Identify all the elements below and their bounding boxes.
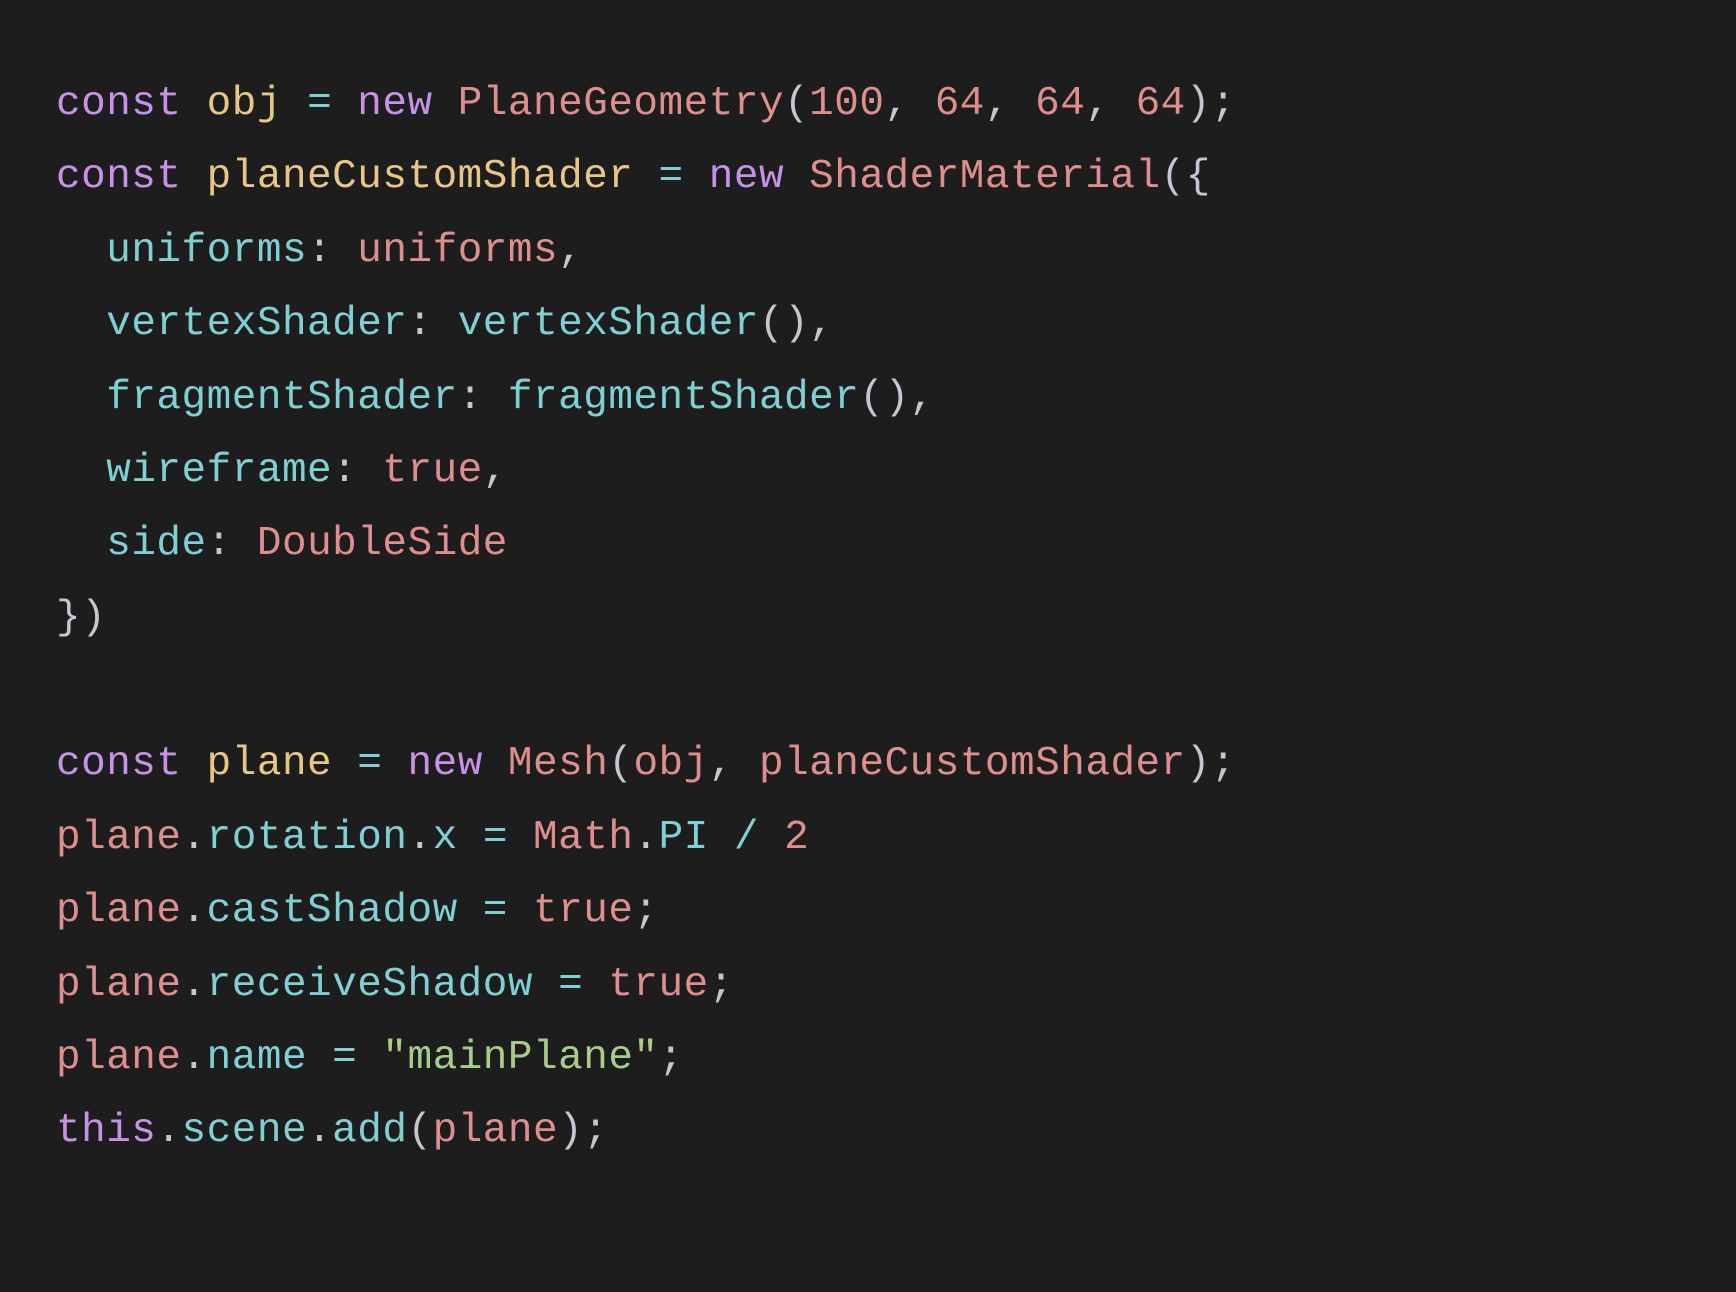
punct-lbrace: {: [1186, 154, 1211, 200]
keyword-new: new: [709, 154, 784, 200]
punct-lparen: (: [407, 1108, 432, 1154]
code-block: const obj = new PlaneGeometry(100, 64, 6…: [0, 0, 1736, 1237]
punct-rparen: ): [884, 375, 909, 421]
punct-lparen: (: [784, 81, 809, 127]
function-vertexshader: vertexShader: [458, 301, 759, 347]
punct-colon: :: [458, 375, 483, 421]
number-literal: 64: [1136, 81, 1186, 127]
keyword-new: new: [408, 741, 483, 787]
punct-dot: .: [407, 815, 432, 861]
operator-equals: =: [332, 1035, 357, 1081]
number-literal: 100: [809, 81, 884, 127]
operator-equals: =: [307, 81, 332, 127]
punct-lparen: (: [759, 301, 784, 347]
punct-comma: ,: [558, 228, 583, 274]
punct-dot: .: [156, 1108, 181, 1154]
punct-comma: ,: [985, 81, 1010, 127]
class-mesh: Mesh: [508, 741, 608, 787]
punct-comma: ,: [884, 81, 909, 127]
punct-semi: ;: [633, 888, 658, 934]
operator-equals: =: [357, 741, 382, 787]
punct-semi: ;: [583, 1108, 608, 1154]
punct-dot: .: [182, 962, 207, 1008]
number-literal: 64: [1035, 81, 1085, 127]
property-x: x: [433, 815, 458, 861]
punct-dot: .: [182, 888, 207, 934]
punct-rparen: ): [81, 595, 106, 641]
punct-dot: .: [182, 815, 207, 861]
punct-comma: ,: [709, 741, 734, 787]
property-vertexshader: vertexShader: [106, 301, 407, 347]
property-fragmentshader: fragmentShader: [106, 375, 457, 421]
punct-rparen: ): [558, 1108, 583, 1154]
punct-rparen: ): [1186, 741, 1211, 787]
operator-divide: /: [734, 815, 759, 861]
punct-comma: ,: [1085, 81, 1110, 127]
identifier-obj: obj: [633, 741, 708, 787]
punct-colon: :: [207, 521, 232, 567]
punct-dot: .: [182, 1035, 207, 1081]
punct-colon: :: [332, 448, 357, 494]
number-literal: 2: [784, 815, 809, 861]
property-pi: PI: [659, 815, 709, 861]
operator-equals: =: [483, 815, 508, 861]
punct-rparen: ): [784, 301, 809, 347]
keyword-new: new: [357, 81, 432, 127]
punct-lparen: (: [1161, 154, 1186, 200]
boolean-true: true: [608, 962, 708, 1008]
class-planegeometry: PlaneGeometry: [458, 81, 784, 127]
boolean-true: true: [533, 888, 633, 934]
class-shadermaterial: ShaderMaterial: [809, 154, 1160, 200]
punct-lparen: (: [608, 741, 633, 787]
property-uniforms: uniforms: [106, 228, 307, 274]
punct-rparen: ): [1186, 81, 1211, 127]
property-castshadow: castShadow: [207, 888, 458, 934]
identifier-uniforms: uniforms: [357, 228, 558, 274]
identifier-plane: plane: [433, 1108, 559, 1154]
punct-rbrace: }: [56, 595, 81, 641]
variable-plane: plane: [207, 741, 333, 787]
identifier-plane: plane: [56, 888, 182, 934]
identifier-planecustomshader: planeCustomShader: [759, 741, 1186, 787]
punct-dot: .: [633, 815, 658, 861]
punct-semi: ;: [659, 1035, 684, 1081]
keyword-this: this: [56, 1108, 156, 1154]
string-mainplane: "mainPlane": [382, 1035, 658, 1081]
identifier-plane: plane: [56, 815, 182, 861]
property-scene: scene: [182, 1108, 308, 1154]
punct-comma: ,: [809, 301, 834, 347]
operator-equals: =: [659, 154, 684, 200]
boolean-true: true: [382, 448, 482, 494]
identifier-plane: plane: [56, 962, 182, 1008]
variable-obj: obj: [207, 81, 282, 127]
function-fragmentshader: fragmentShader: [508, 375, 859, 421]
keyword-const: const: [56, 81, 182, 127]
property-name: name: [207, 1035, 307, 1081]
punct-colon: :: [407, 301, 432, 347]
property-receiveshadow: receiveShadow: [207, 962, 533, 1008]
punct-semi: ;: [1211, 741, 1236, 787]
punct-colon: :: [307, 228, 332, 274]
property-rotation: rotation: [207, 815, 408, 861]
punct-comma: ,: [483, 448, 508, 494]
keyword-const: const: [56, 741, 182, 787]
function-add: add: [332, 1108, 407, 1154]
class-math: Math: [533, 815, 633, 861]
operator-equals: =: [558, 962, 583, 1008]
property-wireframe: wireframe: [106, 448, 332, 494]
keyword-const: const: [56, 154, 182, 200]
punct-semi: ;: [709, 962, 734, 1008]
punct-comma: ,: [910, 375, 935, 421]
identifier-plane: plane: [56, 1035, 182, 1081]
number-literal: 64: [935, 81, 985, 127]
variable-planecustomshader: planeCustomShader: [207, 154, 634, 200]
punct-lparen: (: [859, 375, 884, 421]
punct-dot: .: [307, 1108, 332, 1154]
operator-equals: =: [483, 888, 508, 934]
identifier-doubleside: DoubleSide: [257, 521, 508, 567]
punct-semi: ;: [1211, 81, 1236, 127]
property-side: side: [106, 521, 206, 567]
